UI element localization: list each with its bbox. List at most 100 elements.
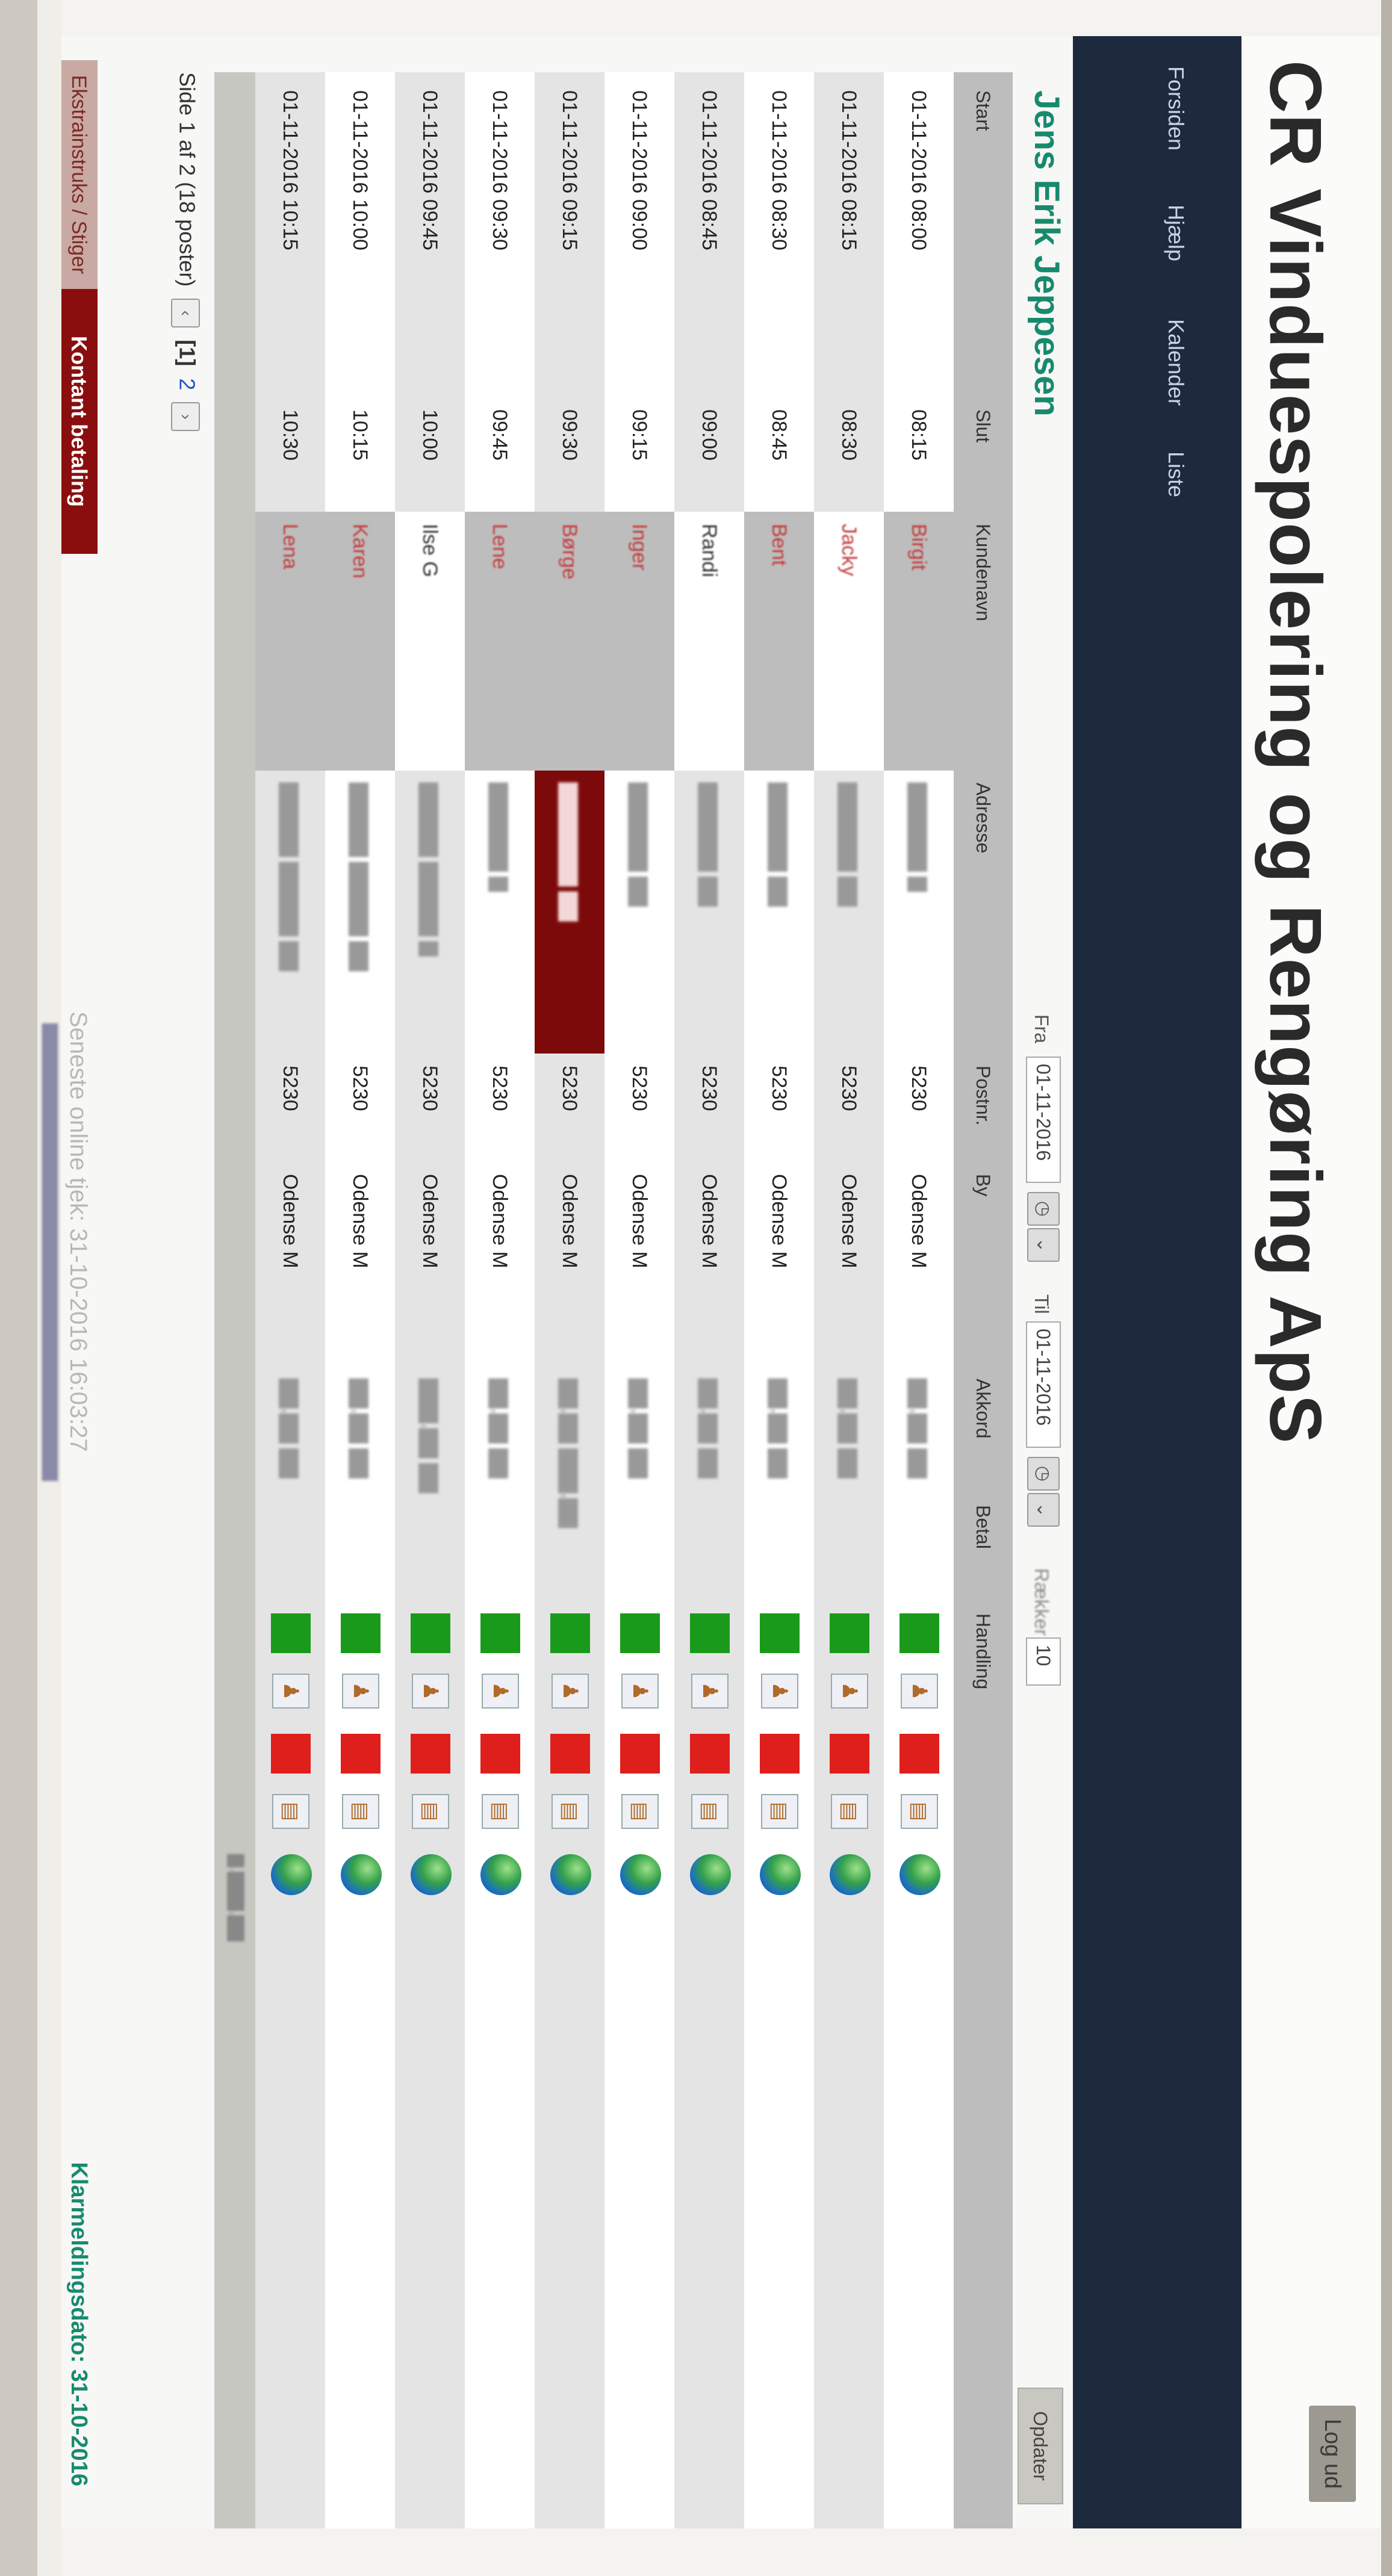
globe-icon[interactable]	[341, 1854, 382, 1895]
person-icon[interactable]: ♟	[831, 1674, 868, 1709]
status-red-square[interactable]	[480, 1734, 520, 1774]
status-red-square[interactable]	[620, 1734, 660, 1774]
status-green-square[interactable]	[271, 1613, 311, 1653]
status-green-square[interactable]	[411, 1613, 450, 1653]
status-red-square[interactable]	[411, 1734, 450, 1774]
person-icon[interactable]: ♟	[482, 1674, 519, 1709]
akkord-redacted: ▇▇▇,▇▇ ▇▇	[419, 1379, 441, 1494]
table-row[interactable]: 01-11-2016 10:15 10:30 Lena ▇▇▇▇▇ ▇▇▇▇▇ …	[255, 72, 325, 2528]
document-icon[interactable]: ▤	[761, 1794, 798, 1829]
status-red-square[interactable]	[760, 1734, 800, 1774]
address-cell: ▇▇▇▇▇▇ ▇▇	[814, 771, 884, 1054]
globe-icon[interactable]	[690, 1854, 731, 1895]
globe-icon[interactable]	[550, 1854, 591, 1895]
globe-icon[interactable]	[900, 1854, 940, 1895]
nav-item-liste[interactable]: Liste	[1163, 452, 1188, 497]
address-redacted: ▇▇▇▇▇▇ ▇▇	[768, 783, 790, 907]
customer-name: Randi	[698, 524, 721, 577]
customer-name: Jacky	[837, 524, 861, 576]
end-cell: 10:30	[279, 409, 302, 461]
globe-icon[interactable]	[411, 1854, 452, 1895]
person-icon[interactable]: ♟	[691, 1674, 729, 1709]
table-row[interactable]: 01-11-2016 08:45 09:00 Randi ▇▇▇▇▇▇ ▇▇ 5…	[674, 72, 744, 2528]
document-icon[interactable]: ▤	[412, 1794, 449, 1829]
status-red-square[interactable]	[271, 1734, 311, 1774]
chevron-down-icon[interactable]: ⌄	[1027, 1228, 1060, 1262]
city-cell: Odense M	[837, 1174, 861, 1268]
customer-cell: Randi	[674, 512, 744, 771]
city-cell: Odense M	[279, 1174, 302, 1268]
document-icon[interactable]: ▤	[552, 1794, 589, 1829]
status-red-square[interactable]	[830, 1734, 869, 1774]
nav-item-kalender[interactable]: Kalender	[1163, 319, 1188, 406]
document-icon[interactable]: ▤	[482, 1794, 519, 1829]
person-icon[interactable]: ♟	[621, 1674, 659, 1709]
globe-icon[interactable]	[271, 1854, 312, 1895]
monitor-bezel-top	[1381, 0, 1392, 2576]
start-cell: 01-11-2016 09:15	[558, 90, 582, 250]
status-green-square[interactable]	[900, 1613, 939, 1653]
nav-item-forsiden[interactable]: Forsiden	[1163, 66, 1188, 151]
end-cell: 08:45	[768, 409, 791, 461]
status-green-square[interactable]	[341, 1613, 381, 1653]
table-row[interactable]: 01-11-2016 08:15 08:30 Jacky ▇▇▇▇▇▇ ▇▇ 5…	[814, 72, 884, 2528]
city-cell: Odense M	[558, 1174, 582, 1268]
status-green-square[interactable]	[760, 1613, 800, 1653]
from-date-input[interactable]: 01-11-2016	[1026, 1057, 1061, 1183]
status-green-square[interactable]	[830, 1613, 869, 1653]
document-icon[interactable]: ▤	[342, 1794, 379, 1829]
postcode-cell: 5230	[558, 1066, 582, 1111]
to-date-input[interactable]: 01-11-2016	[1026, 1321, 1061, 1448]
table-row[interactable]: 01-11-2016 09:15 09:30 Børge ▇▇▇▇▇▇▇ ▇▇ …	[535, 72, 604, 2528]
status-green-square[interactable]	[550, 1613, 590, 1653]
chevron-down-icon[interactable]: ⌄	[1027, 1493, 1060, 1527]
status-green-square[interactable]	[690, 1613, 730, 1653]
table-row[interactable]: 01-11-2016 09:45 10:00 Ilse G ▇▇▇▇▇ ▇▇▇▇…	[395, 72, 465, 2528]
document-icon[interactable]: ▤	[691, 1794, 729, 1829]
globe-icon[interactable]	[620, 1854, 661, 1895]
end-cell: 08:30	[837, 409, 861, 461]
globe-icon[interactable]	[760, 1854, 801, 1895]
document-icon[interactable]: ▤	[621, 1794, 659, 1829]
nav-item-hjaelp[interactable]: Hjælp	[1163, 205, 1188, 261]
table-row[interactable]: 01-11-2016 08:00 08:15 Birgit ▇▇▇▇▇▇ ▇ 5…	[884, 72, 954, 2528]
address-redacted: ▇▇▇▇▇▇ ▇▇	[629, 783, 650, 907]
calendar-icon[interactable]: ◷	[1027, 1457, 1060, 1491]
table-row[interactable]: 01-11-2016 09:00 09:15 Inger ▇▇▇▇▇▇ ▇▇ 5…	[604, 72, 674, 2528]
column-header-slut: Slut	[972, 409, 995, 443]
status-red-square[interactable]	[550, 1734, 590, 1774]
chevron-right-icon[interactable]: ›	[171, 402, 200, 432]
postcode-cell: 5230	[418, 1066, 442, 1111]
table-row[interactable]: 01-11-2016 08:30 08:45 Bent ▇▇▇▇▇▇ ▇▇ 52…	[744, 72, 814, 2528]
status-red-square[interactable]	[690, 1734, 730, 1774]
status-red-square[interactable]	[341, 1734, 381, 1774]
person-icon[interactable]: ♟	[272, 1674, 309, 1709]
table-row[interactable]: 01-11-2016 09:30 09:45 Lene ▇▇▇▇▇▇ ▇ 523…	[465, 72, 535, 2528]
from-label: Fra	[1031, 1014, 1052, 1043]
status-green-square[interactable]	[620, 1613, 660, 1653]
address-redacted: ▇▇▇▇▇▇ ▇▇	[838, 783, 860, 907]
document-icon[interactable]: ▤	[901, 1794, 938, 1829]
rows-select[interactable]: 10	[1026, 1637, 1061, 1686]
chevron-left-icon[interactable]: ‹	[171, 299, 200, 328]
update-button[interactable]: Opdater	[1018, 2388, 1063, 2504]
logout-button[interactable]: Log ud	[1309, 2406, 1356, 2502]
address-cell: ▇▇▇▇▇▇ ▇▇	[604, 771, 674, 1054]
browser-page: CR Vinduespolering og Rengøring ApS Log …	[0, 0, 1392, 2576]
document-icon[interactable]: ▤	[272, 1794, 309, 1829]
person-icon[interactable]: ♟	[342, 1674, 379, 1709]
page-2-link[interactable]: 2	[175, 378, 199, 390]
table-row[interactable]: 01-11-2016 10:00 10:15 Karen ▇▇▇▇▇ ▇▇▇▇▇…	[325, 72, 395, 2528]
status-green-square[interactable]	[480, 1613, 520, 1653]
status-red-square[interactable]	[900, 1734, 939, 1774]
globe-icon[interactable]	[480, 1854, 521, 1895]
calendar-icon[interactable]: ◷	[1027, 1192, 1060, 1226]
end-cell: 09:30	[558, 409, 582, 461]
document-icon[interactable]: ▤	[831, 1794, 868, 1829]
person-icon[interactable]: ♟	[412, 1674, 449, 1709]
person-icon[interactable]: ♟	[761, 1674, 798, 1709]
akkord-redacted: ▇▇,▇▇ ▇▇	[279, 1379, 301, 1479]
person-icon[interactable]: ♟	[552, 1674, 589, 1709]
globe-icon[interactable]	[830, 1854, 871, 1895]
person-icon[interactable]: ♟	[901, 1674, 938, 1709]
